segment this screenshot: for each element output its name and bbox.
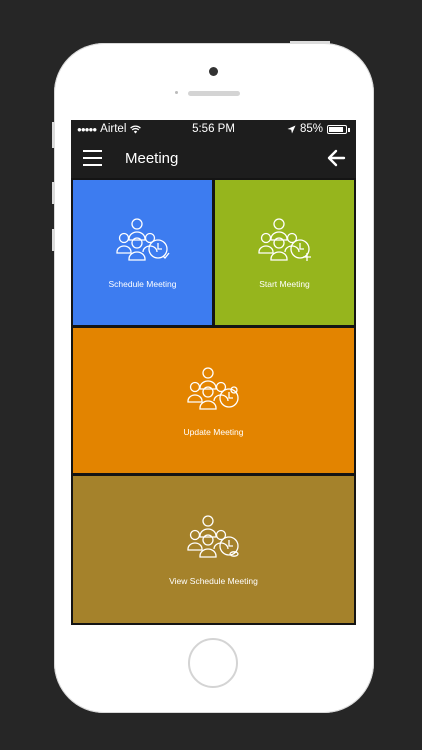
schedule-meeting-tile[interactable]: Schedule Meeting bbox=[71, 178, 214, 327]
battery-icon bbox=[327, 125, 347, 134]
tile-label: Start Meeting bbox=[259, 279, 310, 289]
tile-label: Update Meeting bbox=[183, 427, 244, 437]
arrow-left-icon[interactable] bbox=[326, 148, 346, 168]
front-camera bbox=[209, 67, 218, 76]
update-meeting-tile[interactable]: Update Meeting bbox=[71, 326, 356, 475]
earpiece-speaker bbox=[188, 91, 240, 96]
status-right: 85% bbox=[287, 120, 350, 139]
location-arrow-icon bbox=[287, 125, 296, 134]
nav-bar: Meeting bbox=[71, 139, 356, 178]
people-clock-add-icon bbox=[257, 218, 311, 261]
home-button[interactable] bbox=[188, 638, 238, 688]
volume-up-button bbox=[52, 182, 55, 204]
people-clock-view-icon bbox=[186, 515, 239, 558]
battery-fill bbox=[329, 127, 343, 132]
start-meeting-tile[interactable]: Start Meeting bbox=[213, 178, 356, 327]
page-title: Meeting bbox=[125, 150, 179, 167]
tile-label: View Schedule Meeting bbox=[169, 576, 258, 586]
app-screen: ●●●●● Airtel 5:56 PM 85% Meeting Schedul… bbox=[71, 120, 356, 625]
proximity-sensor bbox=[175, 91, 178, 94]
people-clock-icon bbox=[115, 218, 170, 261]
hamburger-icon[interactable] bbox=[83, 150, 102, 167]
status-bar: ●●●●● Airtel 5:56 PM 85% bbox=[71, 120, 356, 139]
view-schedule-meeting-tile[interactable]: View Schedule Meeting bbox=[71, 474, 356, 625]
mute-switch bbox=[52, 122, 55, 148]
volume-down-button bbox=[52, 229, 55, 251]
tile-label: Schedule Meeting bbox=[108, 279, 177, 289]
people-clock-edit-icon bbox=[186, 367, 239, 410]
meeting-grid: Schedule Meeting Start Meeting Update Me… bbox=[71, 178, 356, 625]
power-button bbox=[290, 41, 330, 44]
battery-tip bbox=[348, 127, 350, 132]
battery-percent: 85% bbox=[299, 123, 323, 135]
